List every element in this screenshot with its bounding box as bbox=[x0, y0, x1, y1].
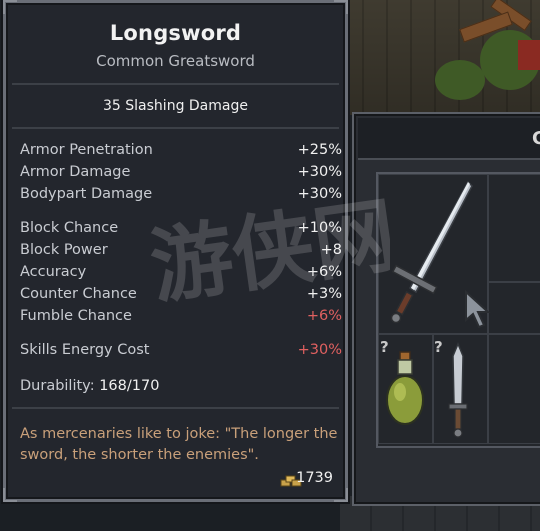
stat-label: Armor Damage bbox=[20, 164, 131, 180]
item-price: 1739 bbox=[296, 470, 333, 486]
divider bbox=[12, 407, 339, 409]
item-name: Longsword bbox=[109, 21, 242, 45]
game-world-background bbox=[340, 0, 540, 115]
watermark-text: 游侠网 bbox=[150, 188, 390, 316]
stat-label: Block Power bbox=[20, 242, 108, 258]
stat-label: Bodypart Damage bbox=[20, 186, 153, 202]
durability-label: Durability: bbox=[20, 378, 95, 394]
dagger-icon[interactable] bbox=[446, 342, 470, 440]
flavor-text: As mercenaries like to joke: "The longer… bbox=[20, 426, 338, 463]
stat-label: Accuracy bbox=[20, 264, 87, 280]
watermark-logo: 游侠网 bbox=[150, 188, 390, 316]
potion-icon[interactable] bbox=[384, 350, 426, 428]
stat-label: Counter Chance bbox=[20, 286, 137, 302]
item-type: Common Greatsword bbox=[96, 52, 255, 70]
inventory-header-title: C bbox=[532, 128, 540, 149]
divider bbox=[12, 127, 339, 129]
inventory-slot[interactable] bbox=[488, 282, 540, 334]
divider bbox=[12, 83, 339, 85]
inventory-slot[interactable] bbox=[488, 174, 540, 282]
item-damage: 35 Slashing Damage bbox=[103, 98, 248, 114]
stat-label: Armor Penetration bbox=[20, 142, 153, 158]
inventory-slot[interactable] bbox=[488, 334, 540, 444]
stat-label: Fumble Chance bbox=[20, 308, 132, 324]
unidentified-marker: ? bbox=[434, 338, 443, 356]
mouse-cursor-icon bbox=[465, 290, 491, 329]
stat-label: Skills Energy Cost bbox=[20, 342, 150, 358]
stat-label: Block Chance bbox=[20, 220, 119, 236]
durability-row: Durability: 168/170 bbox=[20, 378, 159, 394]
durability-value: 168/170 bbox=[99, 378, 160, 394]
